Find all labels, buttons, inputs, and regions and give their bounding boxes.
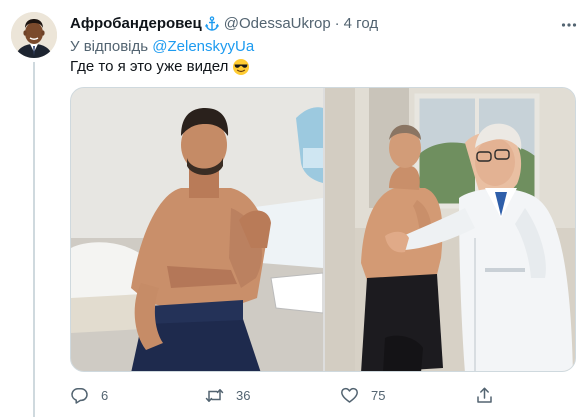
retweet-count: 36 [236, 387, 251, 403]
reply-icon [71, 387, 88, 404]
author-handle[interactable]: @OdessaUkrop [224, 14, 331, 34]
replying-to-handle[interactable]: @ZelenskyyUa [152, 38, 254, 55]
heart-icon [341, 387, 358, 403]
photo-left[interactable] [71, 88, 323, 371]
replying-to: У відповідь @ZelenskyyUa [70, 38, 254, 56]
tweet-header: Афробандеровец @OdessaUkrop · 4 год [70, 13, 378, 35]
sunglasses-emoji-icon [232, 58, 250, 76]
tweet-timestamp[interactable]: 4 год [344, 14, 378, 34]
reply-button[interactable]: 6 [70, 385, 108, 405]
tweet-text: Где то я это уже видел [70, 58, 250, 76]
display-name[interactable]: Афробандеровец [70, 14, 202, 34]
share-icon [477, 387, 492, 403]
replying-to-label: У відповідь [70, 38, 149, 55]
like-count: 75 [371, 387, 386, 403]
tweet-actions: 6 36 75 [70, 385, 510, 405]
avatar[interactable] [11, 12, 57, 58]
media-grid [70, 87, 576, 372]
more-options-icon[interactable] [560, 16, 578, 34]
like-button[interactable]: 75 [340, 385, 385, 405]
share-button[interactable] [475, 385, 494, 405]
thread-line [33, 62, 35, 417]
reply-count: 6 [101, 387, 109, 403]
retweet-button[interactable]: 36 [205, 385, 250, 405]
retweet-icon [205, 388, 224, 402]
tweet[interactable]: Афробандеровец @OdessaUkrop · 4 год У ві… [0, 0, 588, 417]
separator-dot: · [334, 15, 340, 32]
anchor-icon [204, 16, 220, 32]
photo-right[interactable] [325, 88, 575, 371]
tweet-text-content: Где то я это уже видел [70, 58, 229, 75]
